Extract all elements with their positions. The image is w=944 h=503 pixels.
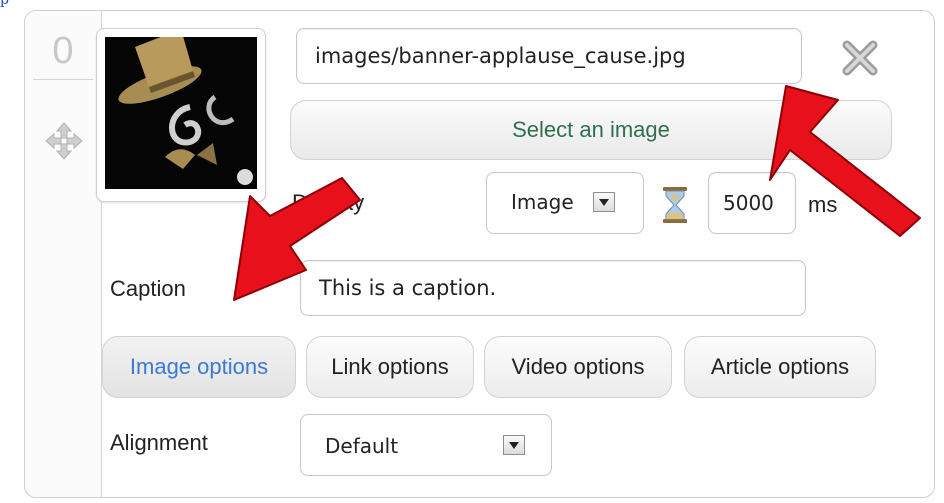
display-label: Display — [292, 190, 365, 215]
display-select-value: Image — [511, 190, 574, 214]
caption-label: Caption — [110, 276, 186, 301]
close-icon[interactable] — [838, 36, 882, 80]
image-thumbnail — [105, 37, 257, 189]
select-image-button[interactable]: Select an image — [290, 100, 892, 160]
top-link-text[interactable]: p — [0, 0, 9, 8]
dropdown-arrow-icon[interactable] — [593, 192, 615, 212]
tab-article-options[interactable]: Article options — [684, 336, 876, 398]
image-path-input[interactable]: images/banner-applause_cause.jpg — [296, 28, 802, 84]
top-link[interactable]: p — [0, 0, 20, 8]
hourglass-icon — [663, 187, 687, 223]
alignment-label: Alignment — [110, 430, 208, 455]
display-select[interactable]: Image — [486, 172, 644, 234]
alignment-select[interactable]: Default — [300, 414, 552, 476]
tab-video-options[interactable]: Video options — [484, 336, 672, 398]
alignment-select-value: Default — [325, 434, 399, 458]
tab-link-options[interactable]: Link options — [306, 336, 474, 398]
caption-input[interactable]: This is a caption. — [300, 260, 806, 316]
image-thumbnail-frame[interactable] — [96, 28, 266, 202]
slide-order-number[interactable]: 0 — [33, 23, 93, 80]
duration-unit-label: ms — [808, 192, 838, 217]
move-icon[interactable] — [44, 121, 84, 161]
slide-handle-column: 0 — [25, 11, 102, 497]
tab-image-options[interactable]: Image options — [102, 336, 296, 398]
dropdown-arrow-icon[interactable] — [503, 435, 525, 455]
duration-input[interactable]: 5000 — [708, 172, 796, 234]
